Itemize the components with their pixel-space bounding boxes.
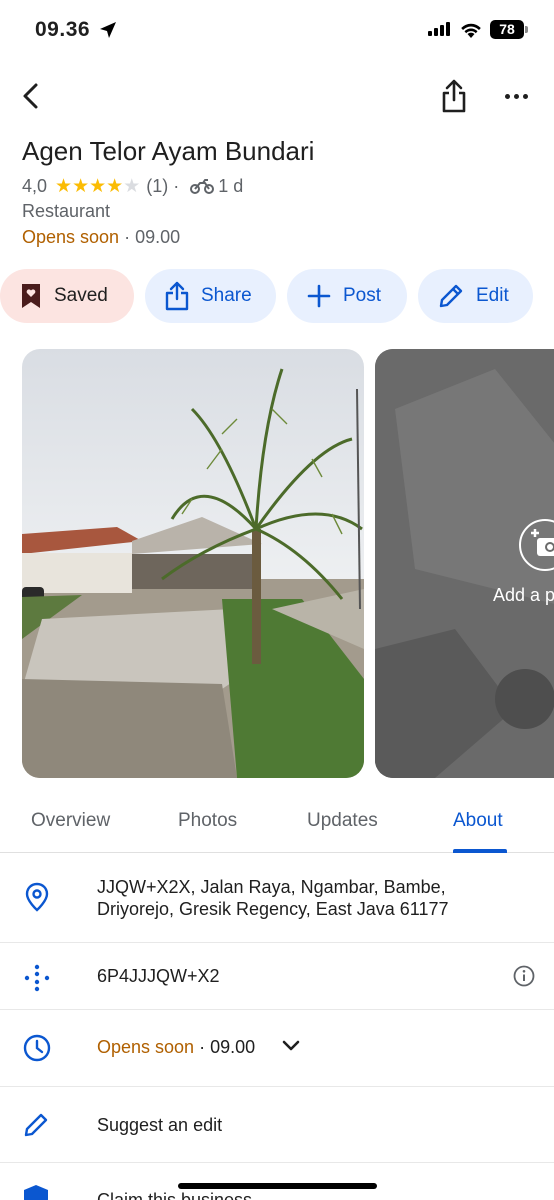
- tab-overview[interactable]: Overview: [31, 810, 110, 832]
- review-count: (1): [146, 175, 169, 196]
- rating-value: 4,0: [22, 175, 48, 196]
- chevron-down-icon[interactable]: [281, 1039, 301, 1053]
- verified-shield-icon: [24, 1185, 48, 1200]
- more-options-icon[interactable]: [500, 84, 532, 108]
- address-text: JJQW+X2X, Jalan Raya, Ngambar, Bambe, Dr…: [97, 877, 449, 919]
- status-bar: 09.36 78: [0, 0, 554, 60]
- top-nav: [0, 74, 554, 120]
- edit-label: Edit: [476, 285, 509, 306]
- hours-separator: ·: [194, 1037, 211, 1057]
- claim-business-row[interactable]: Claim this business: [0, 1163, 554, 1200]
- saved-label: Saved: [54, 285, 108, 306]
- hours-status: Opens soon: [97, 1037, 195, 1057]
- street-view-photo: [22, 349, 364, 778]
- star-icon: ★: [72, 175, 90, 197]
- post-button[interactable]: Post: [287, 269, 407, 323]
- tab-updates[interactable]: Updates: [307, 810, 378, 832]
- edit-button[interactable]: Edit: [418, 269, 533, 323]
- place-title: Agen Telor Ayam Bundari: [22, 136, 315, 166]
- clock-icon: [23, 1034, 51, 1062]
- plus-code-icon: [24, 964, 50, 992]
- back-arrow-icon[interactable]: [16, 80, 48, 112]
- location-pin-icon: [25, 882, 49, 912]
- add-photo-circle[interactable]: [519, 519, 554, 571]
- add-photo-label: Add a p: [493, 585, 554, 605]
- separator-dot: ·: [173, 175, 180, 196]
- saved-button[interactable]: Saved: [0, 269, 134, 323]
- hours-separator: ·: [119, 227, 136, 247]
- suggest-edit-label: Suggest an edit: [97, 1115, 223, 1135]
- star-icon: ★: [89, 175, 107, 197]
- location-arrow-icon: [100, 22, 116, 38]
- post-label: Post: [343, 285, 382, 306]
- tab-bar: Overview Photos Updates About: [0, 790, 554, 853]
- cellular-signal-icon: [428, 22, 450, 36]
- hours-text: Opens soon · 09.00: [97, 1036, 255, 1058]
- battery-icon: 78: [490, 20, 528, 39]
- hours-summary[interactable]: Opens soon · 09.00: [22, 227, 180, 248]
- plus-icon: [307, 284, 331, 308]
- rating-row[interactable]: 4,0 ★ ★ ★ ★ ★ (1) · 1 d: [22, 175, 243, 197]
- hours-row[interactable]: Opens soon · 09.00: [0, 1010, 554, 1087]
- opening-status: Opens soon: [22, 227, 120, 247]
- place-photo[interactable]: [22, 349, 364, 778]
- star-icon: ★: [106, 175, 124, 197]
- place-category: Restaurant: [22, 201, 111, 221]
- motorcycle-icon: [190, 179, 215, 194]
- share-button[interactable]: Share: [145, 269, 276, 323]
- rating-stars: ★ ★ ★ ★ ★: [55, 177, 140, 196]
- address-row[interactable]: JJQW+X2X, Jalan Raya, Ngambar, Bambe, Dr…: [0, 853, 554, 943]
- plus-code-text: 6P4JJJQW+X2: [97, 966, 220, 986]
- suggest-edit-row[interactable]: Suggest an edit: [0, 1087, 554, 1163]
- share-icon: [165, 281, 189, 311]
- wifi-icon: [461, 23, 481, 38]
- tab-about[interactable]: About: [453, 810, 503, 832]
- opening-time: 09.00: [135, 227, 181, 247]
- claim-business-label: Claim this business: [97, 1190, 253, 1200]
- star-empty-icon: ★: [123, 175, 141, 197]
- share-label: Share: [201, 285, 252, 306]
- pencil-icon: [439, 284, 463, 308]
- bookmark-heart-icon: [22, 284, 40, 308]
- share-icon[interactable]: [438, 78, 470, 114]
- home-indicator[interactable]: [178, 1183, 377, 1189]
- star-icon: ★: [55, 175, 73, 197]
- hours-time: 09.00: [210, 1037, 256, 1057]
- action-chips: Saved Share Post Edit: [0, 269, 554, 323]
- info-icon[interactable]: [513, 965, 535, 987]
- add-photo-camera-icon: [531, 529, 554, 556]
- plus-code-row[interactable]: 6P4JJJQW+X2: [0, 943, 554, 1010]
- add-photo-card[interactable]: Add a p: [375, 349, 554, 778]
- tab-photos[interactable]: Photos: [178, 810, 237, 832]
- pencil-icon: [24, 1113, 48, 1137]
- status-time: 09.36: [35, 18, 91, 41]
- travel-time: 1 d: [218, 175, 244, 196]
